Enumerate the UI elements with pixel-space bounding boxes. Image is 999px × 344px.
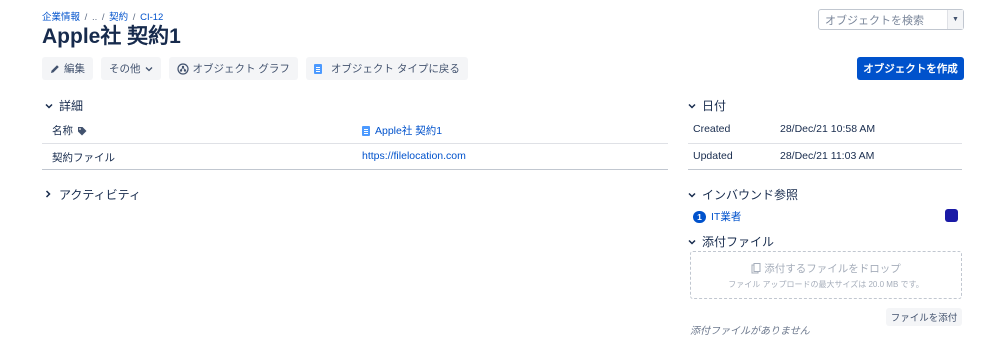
date-row-label: Created	[693, 123, 730, 135]
dates-section-header[interactable]: 日付	[688, 97, 726, 114]
details-section-header[interactable]: 詳細	[45, 97, 83, 114]
updated-value: 28/Dec/21 11:03 AM	[780, 150, 875, 162]
file-icon	[362, 125, 370, 136]
updated-label: Updated	[693, 150, 733, 162]
date-row-value: 28/Dec/21 10:58 AM	[780, 123, 875, 135]
graph-icon	[176, 62, 189, 75]
name-value-link[interactable]: Apple社 契約1	[375, 123, 442, 138]
object-graph-button[interactable]: オブジェクト グラフ	[168, 57, 298, 80]
pencil-icon	[50, 64, 60, 74]
dropzone-subtitle: ファイル アップロードの最大サイズは 20.0 MB です。	[728, 279, 924, 289]
inbound-title: インバウンド参照	[702, 188, 799, 202]
object-type-color-swatch	[945, 209, 958, 222]
back-to-object-type-label: オブジェクト タイプに戻る	[330, 63, 460, 75]
detail-row-label: 名称	[52, 123, 87, 138]
divider	[42, 169, 668, 170]
chevron-down-icon	[45, 101, 53, 111]
detail-row-value: https://filelocation.com	[362, 150, 466, 162]
chevron-down-icon	[688, 190, 696, 200]
detail-row-value: Apple社 契約1	[362, 123, 442, 138]
chevron-right-icon	[45, 189, 53, 200]
chevron-down-icon[interactable]: ▼	[947, 10, 963, 29]
count-badge: 1	[693, 210, 706, 223]
tag-icon	[77, 126, 87, 136]
more-button[interactable]: その他	[101, 57, 161, 80]
inbound-item[interactable]: 1 IT業者	[693, 209, 741, 224]
edit-label: 編集	[64, 63, 85, 75]
chevron-down-icon	[688, 237, 696, 247]
name-label: 名称	[52, 125, 73, 137]
object-search[interactable]: オブジェクトを検索 ▼	[818, 9, 964, 30]
inbound-item-link[interactable]: IT業者	[711, 209, 741, 224]
toolbar: 編集 その他 オブジェクト グラフ オブジェクト タイプに戻る	[42, 57, 468, 80]
contract-file-label: 契約ファイル	[52, 152, 115, 164]
search-input[interactable]: オブジェクトを検索	[819, 12, 947, 28]
inbound-section-header[interactable]: インバウンド参照	[688, 186, 798, 203]
chevron-down-icon	[145, 66, 153, 72]
date-row-label: Updated	[693, 150, 733, 162]
no-attachments-text: 添付ファイルがありません	[690, 326, 810, 337]
activity-title: アクティビティ	[59, 188, 141, 202]
back-to-object-type-button[interactable]: オブジェクト タイプに戻る	[305, 57, 468, 80]
divider	[688, 169, 962, 170]
edit-button[interactable]: 編集	[42, 57, 93, 80]
dropzone-title-text: 添付するファイルをドロップ	[764, 262, 901, 275]
contract-file-link[interactable]: https://filelocation.com	[362, 150, 466, 162]
created-label: Created	[693, 123, 731, 135]
dropzone-title: 添付するファイルをドロップ	[751, 261, 901, 276]
chevron-down-icon	[688, 101, 696, 111]
attachments-title: 添付ファイル	[702, 235, 775, 249]
activity-section-header[interactable]: アクティビティ	[45, 186, 141, 203]
attachment-icon	[751, 262, 761, 274]
object-graph-label: オブジェクト グラフ	[192, 63, 290, 75]
created-value: 28/Dec/21 10:58 AM	[780, 123, 876, 135]
file-icon	[313, 63, 322, 74]
more-label: その他	[109, 63, 141, 75]
divider	[688, 143, 962, 144]
attachments-section-header[interactable]: 添付ファイル	[688, 233, 774, 250]
divider	[42, 143, 668, 144]
create-object-button[interactable]: オブジェクトを作成	[857, 57, 964, 80]
date-row-value: 28/Dec/21 11:03 AM	[780, 150, 874, 162]
attach-file-button[interactable]: ファイルを添付	[886, 308, 962, 326]
page-title: Apple社 契約1	[42, 25, 181, 48]
detail-row-label: 契約ファイル	[52, 150, 115, 165]
details-title: 詳細	[59, 99, 84, 113]
attachment-dropzone[interactable]: 添付するファイルをドロップ ファイル アップロードの最大サイズは 20.0 MB…	[690, 251, 962, 299]
dates-title: 日付	[702, 99, 727, 113]
